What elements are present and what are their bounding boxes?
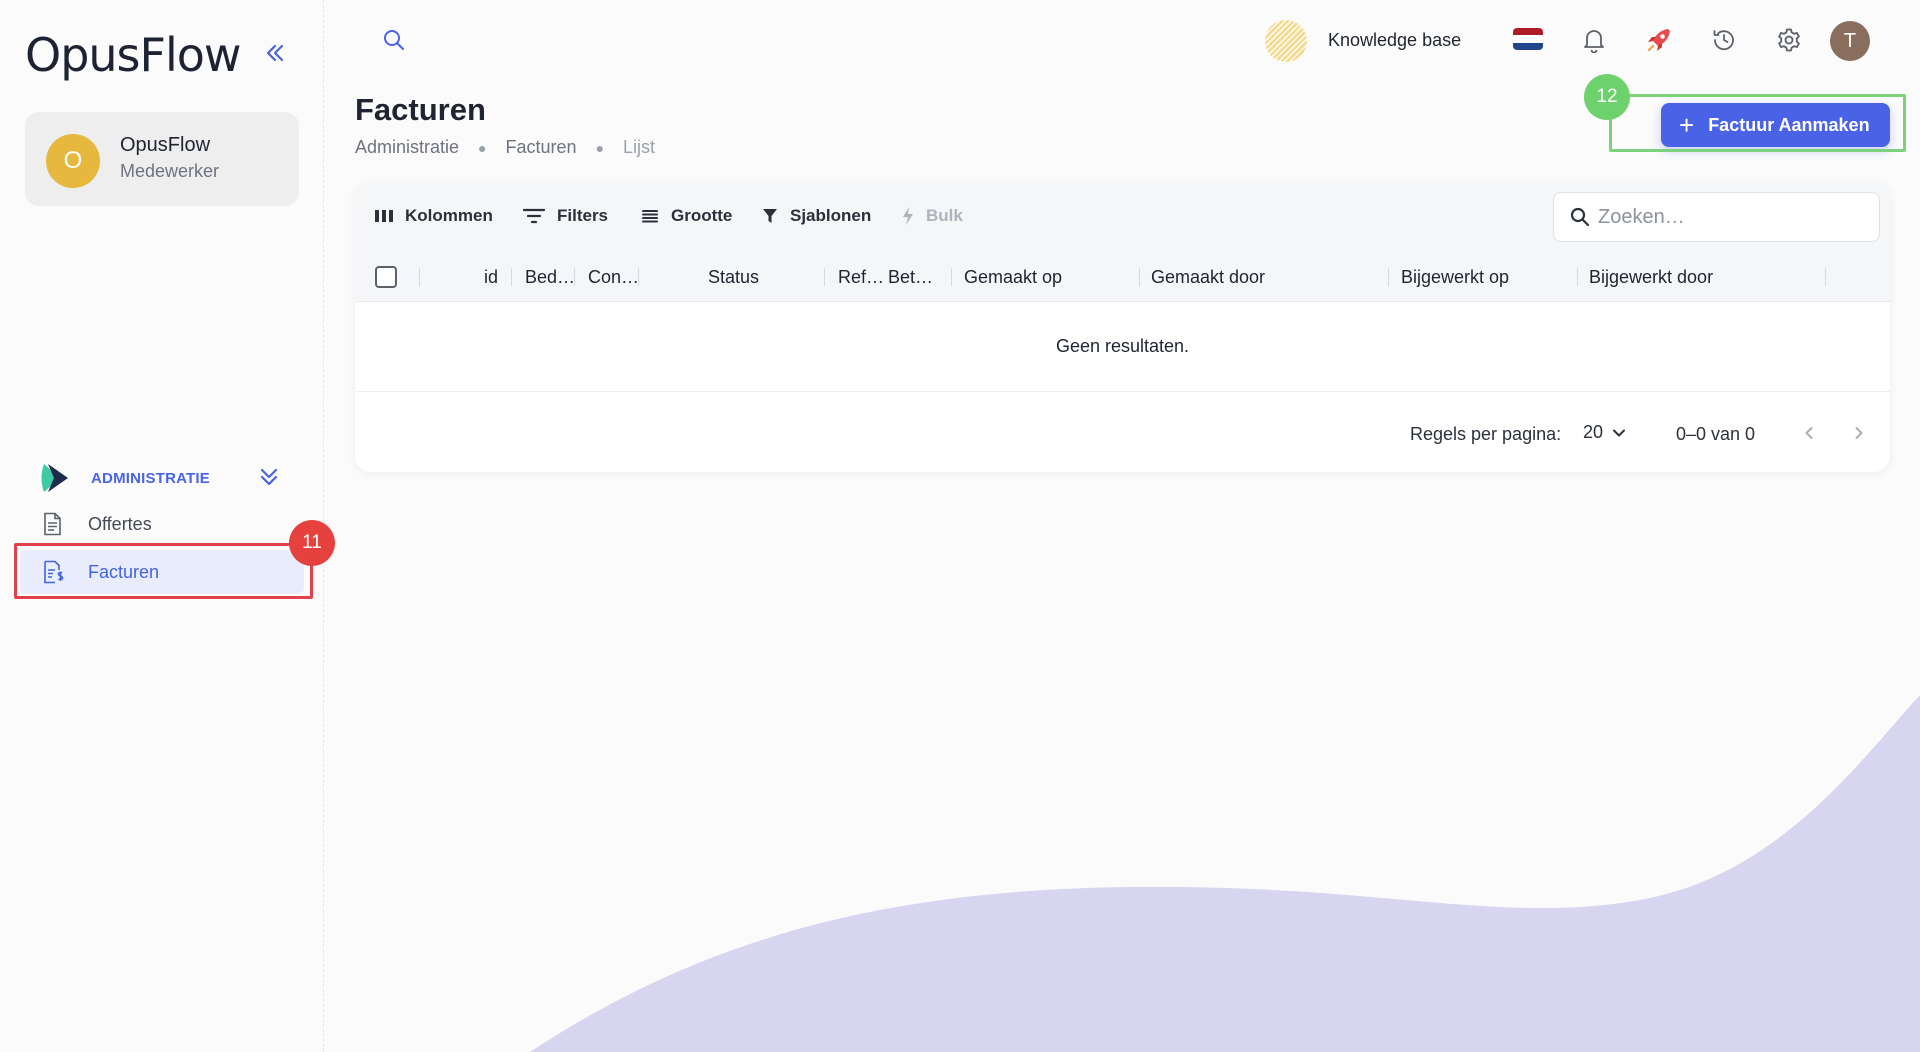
chevron-right-icon bbox=[1855, 427, 1863, 439]
sidebar-item-offertes[interactable]: Offertes bbox=[20, 502, 304, 546]
settings-button[interactable] bbox=[1775, 26, 1803, 54]
sidebar-item-label: Offertes bbox=[88, 513, 152, 534]
column-separator[interactable] bbox=[1577, 268, 1578, 286]
rows-per-page-select[interactable]: 20 bbox=[1583, 422, 1627, 443]
profile-avatar[interactable]: T bbox=[1830, 21, 1870, 61]
templates-button[interactable]: Sjablonen bbox=[762, 206, 871, 226]
pagination-range: 0–0 van 0 bbox=[1676, 424, 1756, 444]
column-header-bijgewerkt-door[interactable]: Bijgewerkt door bbox=[1589, 267, 1713, 288]
density-icon bbox=[642, 210, 658, 223]
pagination-footer: Regels per pagina: 20 0–0 van 0 bbox=[355, 392, 1890, 472]
filters-label: Filters bbox=[557, 206, 609, 225]
bulk-button[interactable]: Bulk bbox=[902, 206, 963, 226]
gear-icon bbox=[1778, 28, 1800, 52]
column-separator[interactable] bbox=[1139, 268, 1140, 286]
page-title: Facturen bbox=[355, 92, 486, 127]
column-header-status[interactable]: Status bbox=[708, 267, 759, 288]
user-avatar: O bbox=[46, 134, 100, 188]
double-chevron-left-icon bbox=[266, 44, 284, 62]
grid-search-field[interactable] bbox=[1553, 192, 1880, 242]
lightning-icon bbox=[903, 207, 913, 225]
next-page-button[interactable] bbox=[1847, 421, 1871, 445]
breadcrumb-current: Lijst bbox=[623, 137, 656, 157]
previous-page-button[interactable] bbox=[1797, 421, 1821, 445]
invoices-grid: Kolommen Filters Grootte Sjablonen Bulk … bbox=[355, 182, 1890, 472]
history-icon bbox=[1713, 30, 1734, 51]
column-separator[interactable] bbox=[951, 268, 952, 286]
column-separator[interactable] bbox=[638, 268, 639, 286]
annotation-highlight-green bbox=[1609, 94, 1906, 152]
rocket-button[interactable] bbox=[1645, 26, 1673, 54]
column-header-bedrag[interactable]: Bed… bbox=[525, 267, 575, 288]
funnel-icon bbox=[763, 209, 777, 223]
collapse-sidebar-button[interactable] bbox=[262, 40, 288, 66]
annotation-badge-12: 12 bbox=[1584, 74, 1630, 120]
column-separator[interactable] bbox=[1825, 268, 1826, 286]
column-separator[interactable] bbox=[1388, 268, 1389, 286]
breadcrumb-item[interactable]: Administratie bbox=[355, 137, 459, 158]
column-header-gemaakt-door[interactable]: Gemaakt door bbox=[1151, 267, 1265, 288]
chevron-left-icon bbox=[1805, 427, 1813, 439]
empty-state-message: Geen resultaten. bbox=[355, 302, 1890, 392]
column-separator[interactable] bbox=[824, 268, 825, 286]
administratie-section-icon bbox=[41, 464, 68, 492]
double-chevron-down-icon[interactable] bbox=[258, 466, 280, 488]
chevron-down-icon bbox=[1613, 429, 1626, 436]
user-name: OpusFlow bbox=[120, 134, 211, 156]
knowledge-base-logo[interactable] bbox=[1265, 20, 1307, 62]
columns-label: Kolommen bbox=[405, 206, 493, 225]
column-separator[interactable] bbox=[574, 268, 575, 286]
columns-button[interactable]: Kolommen bbox=[375, 206, 493, 226]
logo-text: OpusFlow bbox=[25, 28, 242, 82]
global-search-button[interactable] bbox=[382, 28, 406, 57]
knowledge-base-link[interactable]: Knowledge base bbox=[1328, 30, 1461, 51]
column-header-contact[interactable]: Con… bbox=[588, 267, 639, 288]
column-header-gemaakt-op[interactable]: Gemaakt op bbox=[964, 267, 1062, 288]
column-header-id[interactable]: id bbox=[484, 267, 498, 288]
templates-label: Sjablonen bbox=[790, 206, 872, 225]
document-icon bbox=[44, 512, 61, 536]
breadcrumb-separator: ● bbox=[595, 139, 605, 156]
search-icon bbox=[1570, 207, 1590, 227]
filters-button[interactable]: Filters bbox=[523, 206, 608, 226]
grid-search-input[interactable] bbox=[1598, 205, 1858, 229]
select-all-checkbox[interactable] bbox=[375, 266, 397, 288]
search-icon bbox=[384, 30, 404, 50]
section-label: ADMINISTRATIE bbox=[91, 469, 210, 487]
language-flag-nl-icon[interactable] bbox=[1513, 28, 1543, 50]
table-header: id Bed… Con… Status Ref… Bet… Gemaakt op… bbox=[355, 252, 1890, 302]
annotation-badge-11: 11 bbox=[289, 520, 335, 566]
sidebar: OpusFlow O OpusFlow Medewerker ADMINISTR… bbox=[0, 0, 335, 1052]
breadcrumb-separator: ● bbox=[478, 139, 487, 156]
grid-toolbar: Kolommen Filters Grootte Sjablonen Bulk bbox=[355, 182, 1890, 252]
breadcrumb: Administratie ● Facturen ● Lijst bbox=[355, 137, 655, 158]
column-separator[interactable] bbox=[511, 268, 512, 286]
column-header-referentie[interactable]: Ref… bbox=[838, 267, 884, 288]
columns-icon bbox=[375, 210, 393, 222]
filter-lines-icon bbox=[523, 208, 545, 224]
column-header-betaald[interactable]: Bet… bbox=[888, 267, 933, 288]
breadcrumb-item[interactable]: Facturen bbox=[506, 137, 577, 158]
history-button[interactable] bbox=[1710, 26, 1738, 54]
rows-per-page-label: Regels per pagina: bbox=[1410, 424, 1562, 444]
rocket-icon bbox=[1647, 29, 1670, 52]
column-header-bijgewerkt-op[interactable]: Bijgewerkt op bbox=[1401, 267, 1509, 288]
column-separator[interactable] bbox=[419, 268, 420, 286]
section-administratie[interactable]: ADMINISTRATIE bbox=[38, 460, 288, 496]
density-button[interactable]: Grootte bbox=[641, 206, 732, 226]
user-role: Medewerker bbox=[120, 161, 220, 181]
bulk-label: Bulk bbox=[926, 206, 963, 225]
rows-per-page-value: 20 bbox=[1583, 422, 1604, 442]
user-card[interactable]: O OpusFlow Medewerker bbox=[25, 112, 299, 206]
density-label: Grootte bbox=[671, 206, 733, 225]
logo[interactable]: OpusFlow bbox=[25, 28, 242, 82]
annotation-highlight-red bbox=[14, 543, 313, 599]
notifications-button[interactable] bbox=[1580, 26, 1608, 54]
bell-icon bbox=[1584, 30, 1604, 53]
